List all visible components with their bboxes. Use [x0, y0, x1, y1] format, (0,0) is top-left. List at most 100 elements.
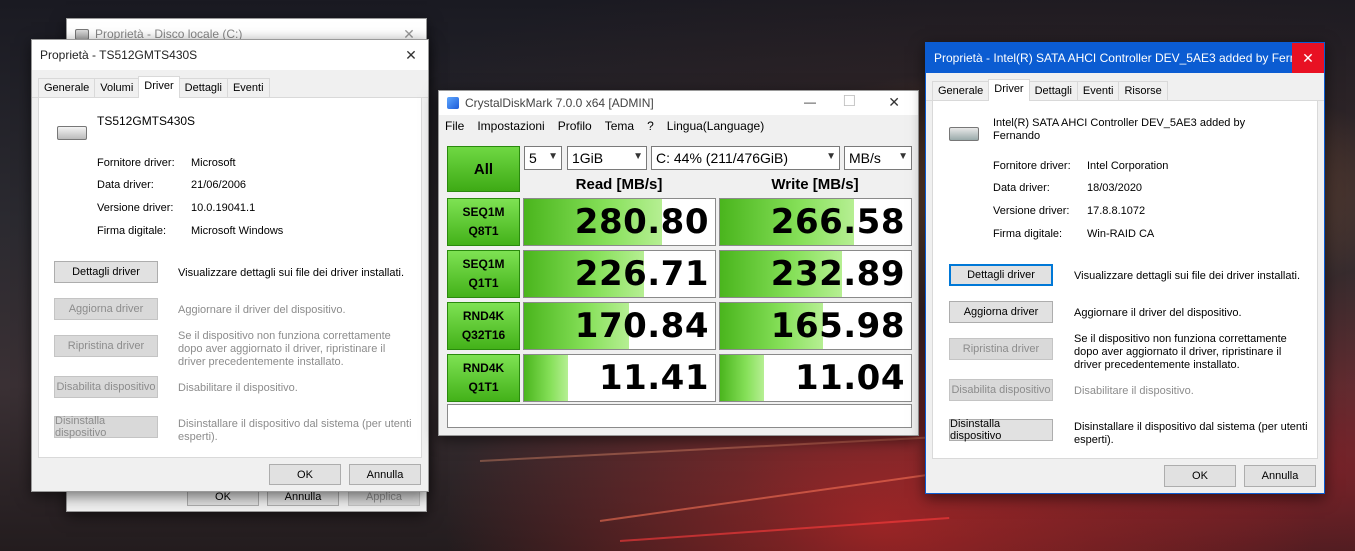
- tab-details[interactable]: Dettagli: [1028, 81, 1078, 100]
- read-value: 280.80: [574, 202, 709, 242]
- comment-field[interactable]: [447, 404, 912, 428]
- tab-details[interactable]: Dettagli: [178, 78, 228, 97]
- tab-general[interactable]: Generale: [38, 78, 96, 97]
- field-value: Win-RAID CA: [1087, 228, 1155, 240]
- close-icon[interactable]: ✕: [1292, 43, 1324, 73]
- disable-device-button[interactable]: Disabilita dispositivo: [54, 376, 158, 398]
- titlebar[interactable]: Proprietà - Intel(R) SATA AHCI Controlle…: [926, 43, 1324, 73]
- write-value: 232.89: [770, 254, 905, 294]
- unit-select[interactable]: MB/s ▼: [844, 146, 912, 170]
- tab-general[interactable]: Generale: [932, 81, 990, 100]
- disk-icon: [57, 126, 87, 140]
- tab-driver[interactable]: Driver: [138, 76, 180, 98]
- field-label: Versione driver:: [993, 205, 1070, 217]
- ok-button[interactable]: OK: [269, 464, 341, 485]
- test-queue: Q32T16: [461, 328, 506, 342]
- field-label: Versione driver:: [97, 202, 174, 214]
- device-properties-window-right: Proprietà - Intel(R) SATA AHCI Controlle…: [925, 42, 1325, 494]
- uninstall-device-button[interactable]: Disinstalla dispositivo: [949, 418, 1053, 442]
- action-desc: Se il dispositivo non funziona correttam…: [178, 330, 391, 368]
- window-title: Proprietà - Intel(R) SATA AHCI Controlle…: [934, 51, 1307, 65]
- all-button[interactable]: All: [447, 146, 520, 192]
- tab-driver[interactable]: Driver: [988, 79, 1030, 101]
- test-queue: Q1T1: [468, 276, 499, 290]
- maximize-icon[interactable]: ☐: [843, 92, 856, 110]
- test-name: SEQ1M: [462, 257, 505, 271]
- rollback-driver-button[interactable]: Ripristina driver: [949, 338, 1053, 360]
- menu-help[interactable]: ?: [647, 119, 654, 133]
- write-bar-fill: [720, 355, 764, 401]
- chevron-down-icon: ▼: [548, 151, 558, 162]
- action-desc: Disabilitare il dispositivo.: [178, 382, 298, 394]
- close-icon[interactable]: ✕: [394, 40, 428, 70]
- update-driver-button[interactable]: Aggiorna driver: [54, 298, 158, 320]
- cancel-button[interactable]: Annulla: [349, 464, 421, 485]
- field-value: 10.0.19041.1: [191, 202, 256, 214]
- tab-events[interactable]: Eventi: [1076, 81, 1120, 100]
- test-name: SEQ1M: [462, 205, 505, 219]
- update-driver-button[interactable]: Aggiorna driver: [949, 301, 1053, 323]
- action-desc: Disinstallare il dispositivo dal sistema…: [178, 418, 412, 443]
- test-label[interactable]: RND4K Q32T16: [447, 302, 520, 350]
- device-properties-window-left: Proprietà - TS512GMTS430S ✕ Generale Vol…: [31, 39, 429, 492]
- read-result-cell: 280.80: [523, 198, 716, 246]
- device-name: Intel(R) SATA AHCI Controller DEV_5AE3 a…: [993, 117, 1246, 142]
- ok-button[interactable]: OK: [1164, 465, 1236, 487]
- count-select[interactable]: 5 ▼: [524, 146, 562, 170]
- menu-file[interactable]: File: [445, 119, 464, 133]
- controller-card-icon: [949, 127, 979, 141]
- menu-theme[interactable]: Tema: [605, 119, 634, 133]
- disable-device-button[interactable]: Disabilita dispositivo: [949, 379, 1053, 401]
- uninstall-device-button[interactable]: Disinstalla dispositivo: [54, 415, 158, 439]
- test-label[interactable]: SEQ1M Q8T1: [447, 198, 520, 246]
- field-label: Data driver:: [97, 179, 154, 191]
- background-streak: [479, 436, 930, 462]
- drive-icon: [75, 28, 89, 40]
- read-result-cell: 11.41: [523, 354, 716, 402]
- menu-bar: File Impostazioni Profilo Tema ? Lingua(…: [439, 115, 918, 137]
- cancel-button[interactable]: Annulla: [1244, 465, 1316, 487]
- drive-value: C: 44% (211/476GiB): [656, 150, 789, 166]
- field-value: Microsoft Windows: [191, 225, 284, 237]
- minimize-icon[interactable]: —: [804, 95, 816, 109]
- close-icon[interactable]: ✕: [888, 94, 900, 111]
- unit-value: MB/s: [849, 150, 881, 166]
- app-icon: [447, 97, 459, 109]
- driver-details-button[interactable]: Dettagli driver: [54, 261, 158, 283]
- write-value: 165.98: [770, 306, 905, 346]
- menu-profile[interactable]: Profilo: [558, 119, 592, 133]
- test-label[interactable]: RND4K Q1T1: [447, 354, 520, 402]
- field-value: Microsoft: [191, 157, 236, 169]
- write-header: Write [MB/s]: [771, 176, 859, 193]
- field-label: Fornitore driver:: [993, 160, 1071, 172]
- count-value: 5: [529, 150, 537, 166]
- driver-details-button[interactable]: Dettagli driver: [949, 264, 1053, 286]
- read-header: Read [MB/s]: [575, 176, 663, 193]
- read-value: 226.71: [574, 254, 709, 294]
- size-value: 1GiB: [572, 150, 604, 166]
- background-streak: [599, 471, 947, 522]
- action-desc: Visualizzare dettagli sui file dei drive…: [1074, 270, 1301, 282]
- tab-resources[interactable]: Risorse: [1118, 81, 1168, 100]
- write-value: 266.58: [770, 202, 905, 242]
- action-desc: Aggiornare il driver del dispositivo.: [1074, 307, 1242, 319]
- test-label[interactable]: SEQ1M Q1T1: [447, 250, 520, 298]
- write-result-cell: 11.04: [719, 354, 912, 402]
- titlebar[interactable]: Proprietà - TS512GMTS430S ✕: [32, 40, 428, 70]
- field-label: Firma digitale:: [97, 225, 167, 237]
- size-select[interactable]: 1GiB ▼: [567, 146, 647, 170]
- device-name: TS512GMTS430S: [97, 114, 196, 128]
- tab-events[interactable]: Eventi: [226, 78, 270, 97]
- rollback-driver-button[interactable]: Ripristina driver: [54, 335, 158, 357]
- chevron-down-icon: ▼: [898, 151, 908, 162]
- menu-language[interactable]: Lingua(Language): [667, 119, 764, 133]
- titlebar[interactable]: CrystalDiskMark 7.0.0 x64 [ADMIN] — ☐ ✕: [439, 91, 918, 115]
- write-value: 11.04: [794, 358, 905, 398]
- tab-volumes[interactable]: Volumi: [94, 78, 140, 97]
- write-result-cell: 165.98: [719, 302, 912, 350]
- test-queue: Q1T1: [468, 380, 499, 394]
- menu-settings[interactable]: Impostazioni: [477, 119, 544, 133]
- background-streak: [619, 516, 950, 542]
- drive-select[interactable]: C: 44% (211/476GiB) ▼: [651, 146, 840, 170]
- write-result-cell: 266.58: [719, 198, 912, 246]
